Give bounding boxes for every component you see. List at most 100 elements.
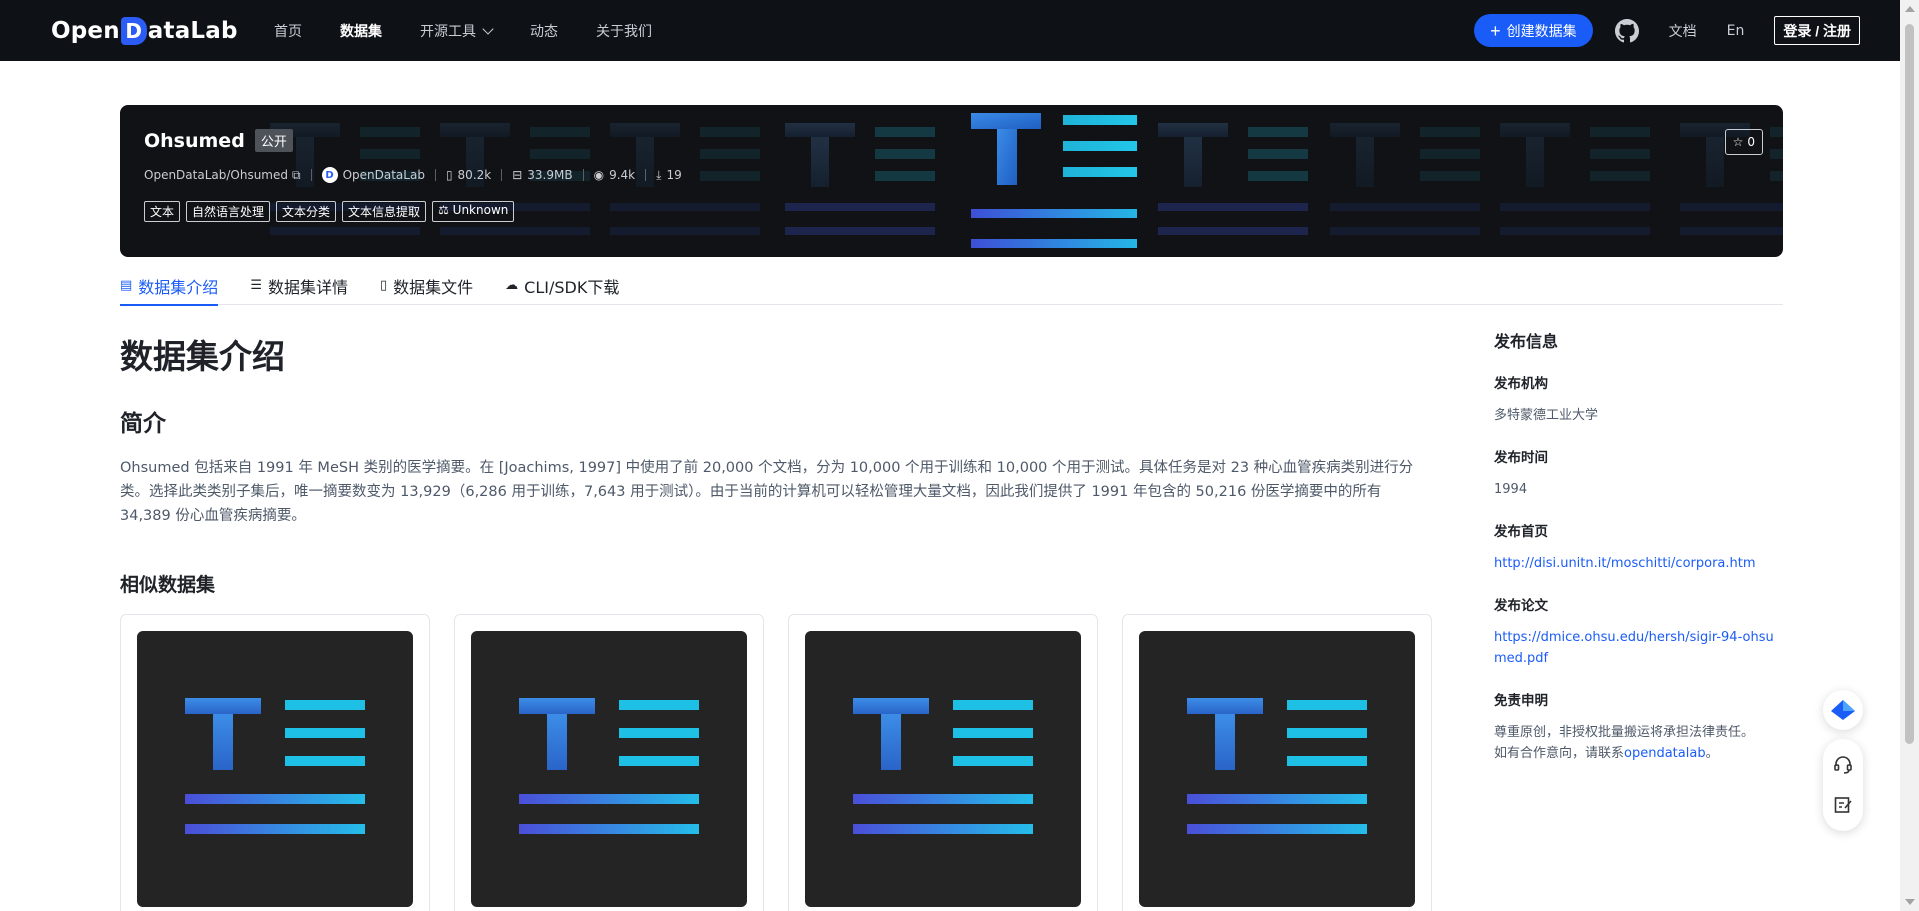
nav-about[interactable]: 关于我们 bbox=[596, 21, 652, 41]
download-icon: ⤓ bbox=[656, 167, 662, 182]
publish-info-title: 发布信息 bbox=[1494, 332, 1559, 351]
file-count-value: 80.2k bbox=[457, 168, 492, 182]
intro-heading: 简介 bbox=[120, 411, 166, 437]
file-count: ▯ 80.2k bbox=[446, 168, 491, 182]
similar-datasets-list bbox=[120, 614, 1432, 911]
view-count-value: 9.4k bbox=[609, 168, 636, 182]
dataset-tabs: ▤ 数据集介绍 ☰ 数据集详情 ▯ 数据集文件 ☁ CLI/SDK下载 bbox=[120, 266, 1783, 306]
floating-toolbar bbox=[1823, 739, 1863, 831]
tab-cli-sdk-label: CLI/SDK下载 bbox=[524, 277, 620, 297]
homepage-link[interactable]: http://disi.unitn.it/moschitti/corpora.h… bbox=[1494, 553, 1784, 574]
logo-d-mark: D bbox=[120, 17, 147, 45]
assistant-button[interactable] bbox=[1823, 690, 1863, 730]
tag-text[interactable]: 文本 bbox=[144, 201, 181, 222]
paper-link[interactable]: https://dmice.ohsu.edu/hersh/sigir-94-oh… bbox=[1494, 627, 1784, 669]
download-count-value: 19 bbox=[666, 168, 682, 182]
meta-divider bbox=[434, 169, 436, 181]
nav-news[interactable]: 动态 bbox=[530, 21, 558, 41]
meta-divider bbox=[501, 169, 503, 181]
dataset-size-value: 33.9MB bbox=[527, 168, 573, 182]
disclaimer-contact-text: 如有合作意向，请联系 bbox=[1494, 746, 1625, 761]
scroll-down-arrow-icon[interactable] bbox=[1905, 899, 1915, 905]
disclaimer-text: 尊重原创，非授权批量搬运将承担法律责任。 如有合作意向，请联系opendatal… bbox=[1494, 722, 1784, 764]
page-scrollbar[interactable] bbox=[1900, 0, 1919, 911]
text-dataset-icon bbox=[185, 698, 365, 834]
tab-files[interactable]: ▯ 数据集文件 bbox=[380, 266, 473, 305]
files-icon: ▯ bbox=[445, 168, 453, 182]
dataset-path: OpenDataLab/Ohsumed ⧉ bbox=[144, 168, 301, 183]
visibility-badge: 公开 bbox=[254, 129, 293, 152]
view-count: ◉ 9.4k bbox=[594, 168, 636, 182]
scale-icon: ⚖ bbox=[438, 203, 449, 217]
license-value: Unknown bbox=[452, 203, 509, 217]
eye-icon: ◉ bbox=[593, 168, 605, 182]
tag-text-classification[interactable]: 文本分类 bbox=[276, 201, 337, 222]
dataset-org[interactable]: D OpenDataLab bbox=[321, 167, 425, 183]
paper-label: 发布论文 bbox=[1494, 598, 1548, 614]
dataset-banner: Ohsumed 公开 OpenDataLab/Ohsumed ⧉ D OpenD… bbox=[120, 105, 1783, 257]
scroll-thumb[interactable] bbox=[1905, 24, 1914, 744]
plus-icon: + bbox=[1490, 20, 1501, 41]
disclaimer-period: 。 bbox=[1705, 746, 1719, 761]
github-icon[interactable] bbox=[1614, 18, 1639, 43]
nav-datasets[interactable]: 数据集 bbox=[340, 21, 382, 41]
top-navbar: Open DataLab 首页 数据集 开源工具 动态 关于我们 + 创建数据集 … bbox=[0, 0, 1900, 61]
text-dataset-icon bbox=[1187, 698, 1367, 834]
dataset-path-text: OpenDataLab/Ohsumed bbox=[144, 168, 288, 182]
cloud-download-icon: ☁ bbox=[505, 278, 519, 293]
contact-link[interactable]: opendatalab bbox=[1624, 746, 1706, 761]
disclaimer-label: 免责申明 bbox=[1494, 693, 1548, 709]
publish-info-sidebar: 发布信息 发布机构 多特蒙德工业大学 发布时间 1994 发布首页 http:/… bbox=[1494, 328, 1784, 784]
publisher-value: 多特蒙德工业大学 bbox=[1494, 408, 1599, 423]
opendatalab-logo[interactable]: Open DataLab bbox=[51, 14, 238, 48]
tag-text-extraction[interactable]: 文本信息提取 bbox=[342, 201, 427, 222]
dataset-title: Ohsumed bbox=[144, 129, 245, 152]
headset-support-icon[interactable] bbox=[1833, 755, 1853, 775]
similar-dataset-card[interactable] bbox=[120, 614, 430, 911]
nav-actions: + 创建数据集 文档 En 登录 / 注册 bbox=[1474, 0, 1860, 61]
star-count: 0 bbox=[1747, 135, 1755, 149]
similar-dataset-card[interactable] bbox=[454, 614, 764, 911]
publish-time-value: 1994 bbox=[1494, 482, 1528, 497]
dataset-tags: 文本 自然语言处理 文本分类 文本信息提取 ⚖ Unknown bbox=[144, 201, 515, 222]
tab-cli-sdk[interactable]: ☁ CLI/SDK下载 bbox=[505, 266, 619, 305]
storage-icon: ⊟ bbox=[512, 168, 523, 182]
login-register-button[interactable]: 登录 / 注册 bbox=[1774, 16, 1860, 45]
homepage-label: 发布首页 bbox=[1494, 524, 1548, 540]
disclaimer-line-1: 尊重原创，非授权批量搬运将承担法律责任。 bbox=[1494, 725, 1755, 740]
create-dataset-label: 创建数据集 bbox=[1506, 22, 1577, 39]
page-title: 数据集介绍 bbox=[120, 337, 285, 376]
org-avatar-icon: D bbox=[321, 167, 338, 183]
tab-files-label: 数据集文件 bbox=[393, 277, 474, 297]
tab-introduction-label: 数据集介绍 bbox=[138, 277, 219, 297]
dataset-thumbnail bbox=[1139, 631, 1415, 907]
nav-open-source-tools[interactable]: 开源工具 bbox=[420, 21, 494, 41]
main-nav: 首页 数据集 开源工具 动态 关于我们 bbox=[274, 0, 690, 61]
text-dataset-icon bbox=[519, 698, 699, 834]
license-tag[interactable]: ⚖ Unknown bbox=[432, 201, 515, 222]
scroll-up-arrow-icon[interactable] bbox=[1905, 6, 1915, 12]
similar-dataset-card[interactable] bbox=[788, 614, 1098, 911]
star-button[interactable]: ☆ 0 bbox=[1724, 129, 1763, 155]
docs-link[interactable]: 文档 bbox=[1669, 21, 1697, 41]
chevron-down-icon bbox=[482, 22, 494, 35]
text-dataset-icon bbox=[853, 698, 1033, 834]
similar-datasets-heading: 相似数据集 bbox=[120, 574, 216, 596]
similar-dataset-card[interactable] bbox=[1122, 614, 1432, 911]
create-dataset-button[interactable]: + 创建数据集 bbox=[1474, 14, 1593, 47]
publisher-label: 发布机构 bbox=[1494, 376, 1548, 392]
copy-icon[interactable]: ⧉ bbox=[292, 168, 301, 183]
dataset-size: ⊟ 33.9MB bbox=[512, 168, 572, 182]
tab-introduction[interactable]: ▤ 数据集介绍 bbox=[120, 266, 219, 306]
logo-text-suffix: ataLab bbox=[147, 18, 238, 44]
feedback-edit-icon[interactable] bbox=[1833, 795, 1853, 815]
meta-divider bbox=[645, 169, 647, 181]
tab-details[interactable]: ☰ 数据集详情 bbox=[250, 266, 348, 305]
nav-home[interactable]: 首页 bbox=[274, 21, 302, 41]
intro-paragraph: Ohsumed 包括来自 1991 年 MeSH 类别的医学摘要。在 [Joac… bbox=[120, 460, 1414, 524]
tag-nlp[interactable]: 自然语言处理 bbox=[186, 201, 271, 222]
language-switch[interactable]: En bbox=[1727, 23, 1745, 39]
disclaimer-line-2: 如有合作意向，请联系opendatalab。 bbox=[1494, 743, 1784, 764]
publish-time-label: 发布时间 bbox=[1494, 450, 1548, 466]
dataset-thumbnail bbox=[137, 631, 413, 907]
